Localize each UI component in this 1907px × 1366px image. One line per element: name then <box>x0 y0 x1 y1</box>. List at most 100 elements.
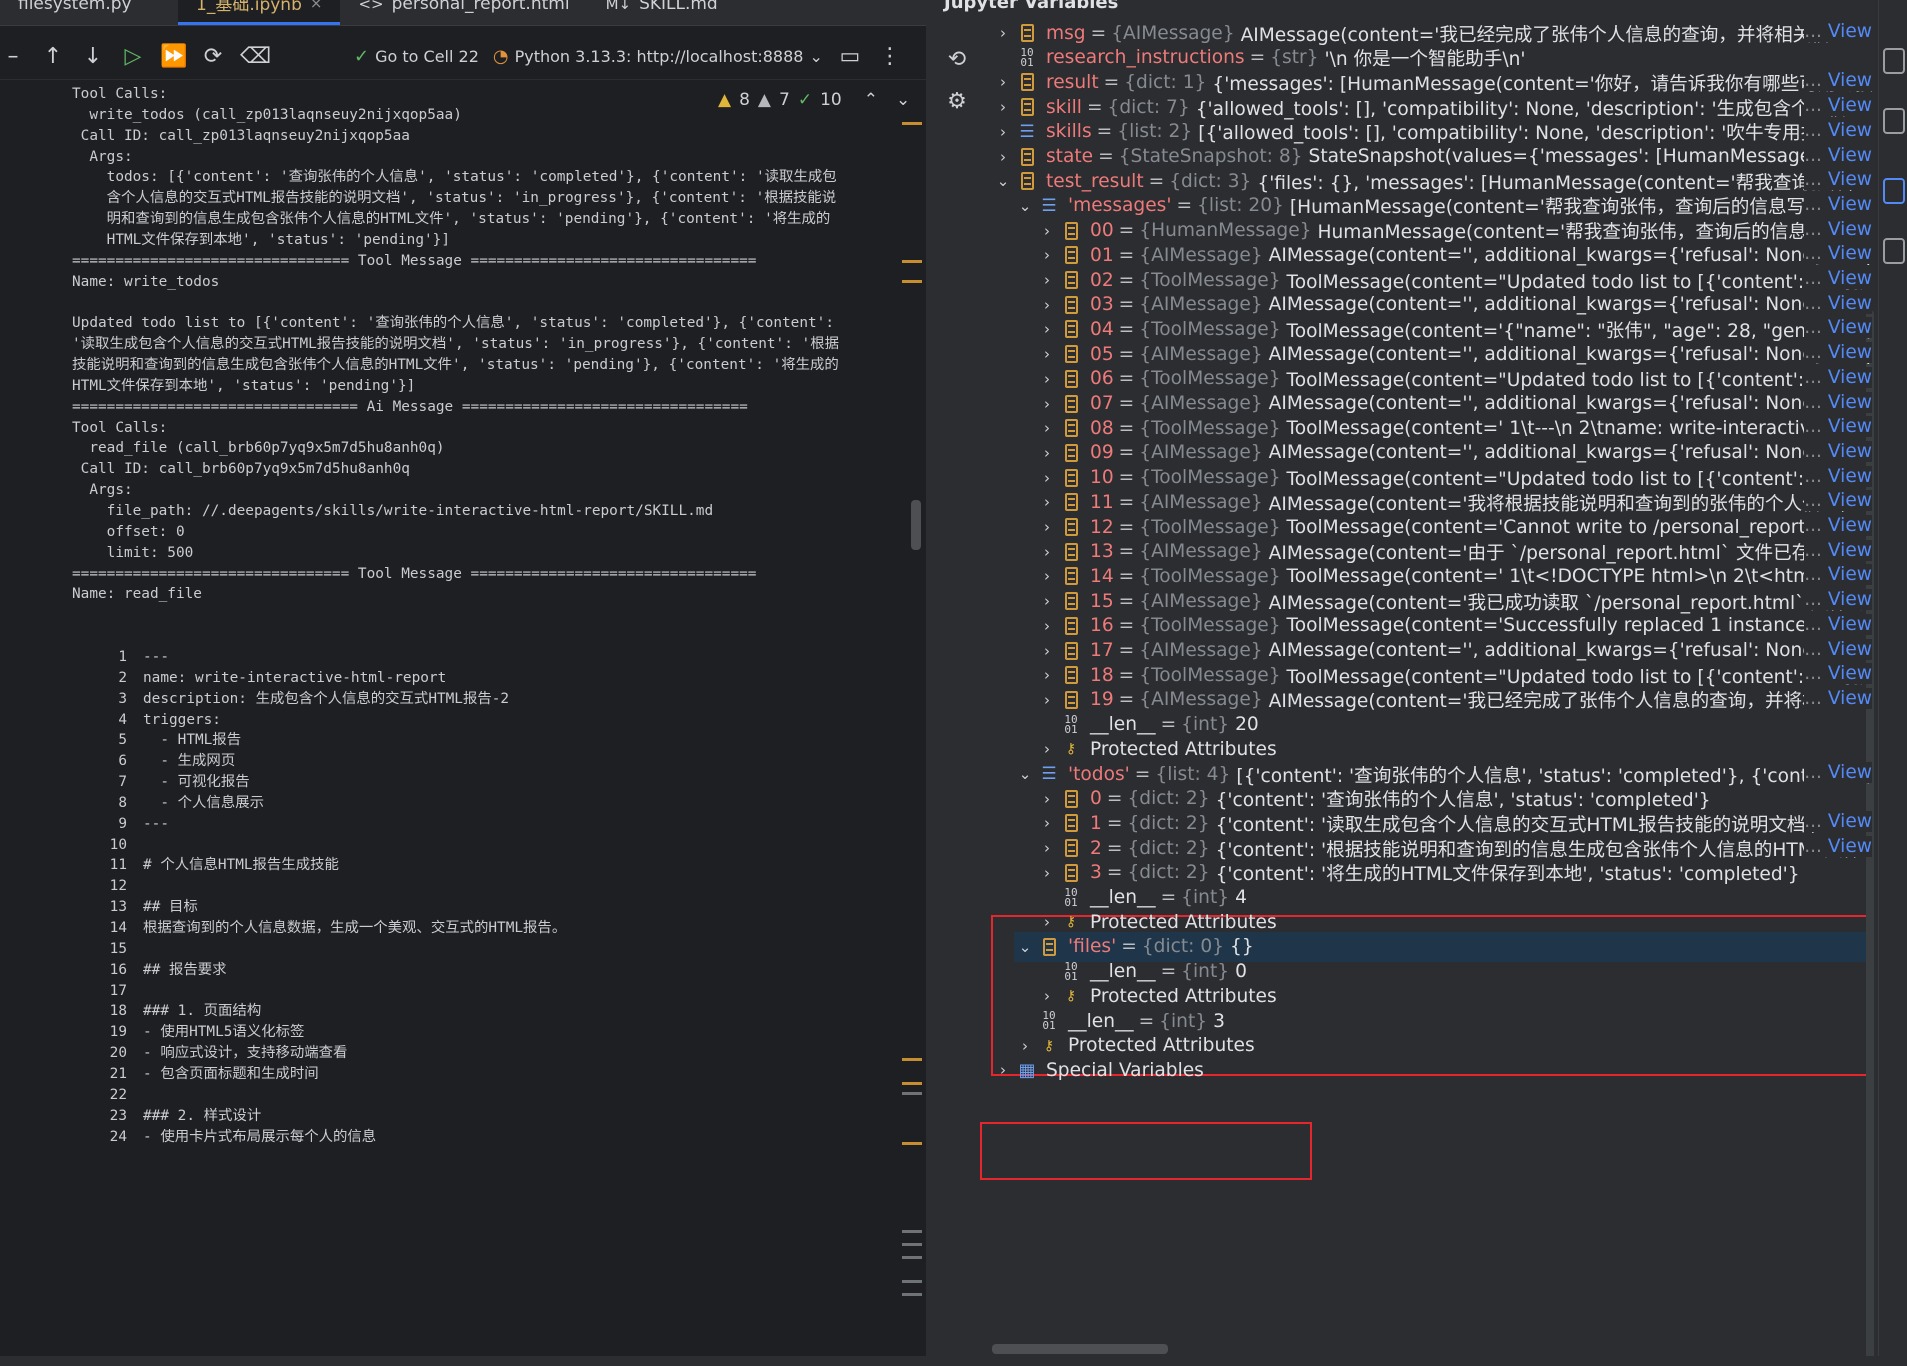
chevron-right-icon[interactable]: › <box>1036 740 1058 758</box>
chevron-right-icon[interactable]: › <box>1036 395 1058 413</box>
chevron-right-icon[interactable]: › <box>992 123 1014 141</box>
chevron-right-icon[interactable]: › <box>1036 592 1058 610</box>
variable-type: {ToolMessage} <box>1139 615 1281 637</box>
editor-tab[interactable]: <> personal_report.html <box>340 0 587 25</box>
view-link[interactable]: ... View <box>1804 811 1872 833</box>
restart-kernel-icon[interactable]: ⟳ <box>200 44 226 69</box>
editor-tab[interactable]: M↓ SKILL.md <box>588 0 736 25</box>
view-link[interactable]: ... View <box>1804 515 1872 536</box>
chevron-right-icon[interactable]: › <box>1036 543 1058 561</box>
chevron-down-icon[interactable]: ⌄ <box>1014 197 1036 215</box>
view-link[interactable]: ... View <box>1804 391 1872 413</box>
view-link[interactable]: ... View <box>1804 317 1872 339</box>
chevron-right-icon[interactable]: › <box>1036 567 1058 585</box>
chevron-right-icon[interactable]: › <box>1036 814 1058 832</box>
chevron-right-icon[interactable]: › <box>992 24 1014 42</box>
variable-value: ToolMessage(content='Cannot write to /pe… <box>1286 516 1854 538</box>
run-cell-icon[interactable]: ▷ <box>120 44 146 69</box>
view-link[interactable]: ... View <box>1804 95 1872 117</box>
view-link[interactable]: ... View <box>1804 465 1872 487</box>
view-link[interactable]: ... View <box>1804 762 1872 783</box>
variable-value: ToolMessage(content='{"name": "张伟", "age… <box>1286 320 1872 342</box>
view-link[interactable]: ... View <box>1804 268 1872 289</box>
view-link[interactable]: ... View <box>1804 292 1872 314</box>
view-link[interactable]: ... View <box>1804 564 1872 586</box>
dict-glyph <box>1064 271 1078 289</box>
view-link[interactable]: ... View <box>1804 440 1872 462</box>
variable-type: {ToolMessage} <box>1139 417 1281 439</box>
more-options-icon[interactable]: ⋮ <box>877 44 903 69</box>
view-link[interactable]: ... View <box>1804 416 1872 438</box>
chevron-right-icon[interactable]: › <box>1036 864 1058 882</box>
view-link[interactable]: ... View <box>1804 243 1872 265</box>
chevron-right-icon[interactable]: › <box>1036 320 1058 338</box>
view-link[interactable]: ... View <box>1804 169 1872 191</box>
chevron-right-icon[interactable]: › <box>1036 642 1058 660</box>
run-all-icon[interactable]: ⏩ <box>160 44 187 69</box>
chevron-down-icon[interactable]: ⌄ <box>1014 765 1036 783</box>
tool-window-icon[interactable] <box>1883 108 1905 134</box>
chevron-right-icon[interactable]: › <box>1036 666 1058 684</box>
close-icon[interactable]: × <box>310 0 323 12</box>
chevron-right-icon[interactable]: › <box>1036 296 1058 314</box>
view-link[interactable]: ... View <box>1804 366 1872 388</box>
view-link[interactable]: ... View <box>1804 687 1872 709</box>
view-link[interactable]: ... View <box>1804 663 1872 685</box>
chevron-right-icon[interactable]: › <box>1036 419 1058 437</box>
chevron-right-icon[interactable]: › <box>1036 222 1058 240</box>
variables-tool-icon[interactable] <box>1883 178 1905 204</box>
settings-icon[interactable]: ⚙ <box>932 80 982 122</box>
view-link[interactable]: ... View <box>1804 638 1872 660</box>
chevron-right-icon[interactable]: › <box>992 73 1014 91</box>
editor-tab[interactable]: 1_基础.ipynb × <box>178 0 341 25</box>
chevron-right-icon[interactable]: › <box>992 98 1014 116</box>
chevron-right-icon[interactable]: › <box>1036 469 1058 487</box>
view-link[interactable]: ... View <box>1804 490 1872 512</box>
view-link[interactable]: ... View <box>1804 342 1872 364</box>
view-link[interactable]: ... View <box>1804 539 1872 561</box>
chevron-right-icon[interactable]: › <box>1036 370 1058 388</box>
chevron-right-icon[interactable]: › <box>1036 444 1058 462</box>
chevron-right-icon[interactable]: › <box>1036 518 1058 536</box>
chevron-right-icon[interactable]: › <box>1036 617 1058 635</box>
clear-outputs-icon[interactable]: ⌫ <box>240 44 271 69</box>
editor-tab[interactable]: filesystem.py <box>0 0 178 25</box>
horizontal-scrollbar-thumb[interactable] <box>992 1344 1168 1354</box>
chevron-down-icon[interactable]: ⌄ <box>992 172 1014 190</box>
view-link[interactable]: ... View <box>1804 218 1872 240</box>
view-link[interactable]: ... View <box>1804 613 1872 635</box>
tool-window-icon[interactable] <box>1883 238 1905 264</box>
chevron-down-icon[interactable]: ⌄ <box>1014 938 1036 956</box>
view-link[interactable]: ... View <box>1804 193 1872 215</box>
view-link[interactable]: ... View <box>1804 836 1872 858</box>
chevron-right-icon[interactable]: › <box>1036 987 1058 1005</box>
view-link[interactable]: ... View <box>1804 21 1872 42</box>
minus-icon[interactable]: – <box>0 44 26 69</box>
terminal-icon[interactable]: ▭ <box>837 44 863 69</box>
tab-label: 1_基础.ipynb <box>196 0 302 15</box>
chevron-right-icon[interactable]: › <box>1014 1037 1036 1055</box>
view-link[interactable]: ... View <box>1804 119 1872 141</box>
tool-window-icon[interactable] <box>1883 48 1905 74</box>
chevron-right-icon[interactable]: › <box>1036 790 1058 808</box>
view-link[interactable]: ... View <box>1804 70 1872 92</box>
vertical-scrollbar-thumb[interactable] <box>911 500 921 550</box>
chevron-right-icon[interactable]: › <box>992 148 1014 166</box>
chevron-right-icon[interactable]: › <box>992 1061 1014 1079</box>
chevron-right-icon[interactable]: › <box>1036 839 1058 857</box>
refresh-icon[interactable]: ⟲ <box>932 38 982 80</box>
dict-glyph <box>1064 493 1078 512</box>
chevron-right-icon[interactable]: › <box>1036 246 1058 264</box>
file-line: ## 报告要求 <box>143 961 227 978</box>
kernel-selector[interactable]: ◔ Python 3.13.3: http://localhost:8888 ⌄ <box>493 46 823 67</box>
view-link[interactable]: ... View <box>1804 144 1872 166</box>
chevron-right-icon[interactable]: › <box>1036 493 1058 511</box>
chevron-right-icon[interactable]: › <box>1036 345 1058 363</box>
go-to-cell-button[interactable]: ✓ Go to Cell 22 <box>354 46 479 67</box>
move-down-icon[interactable]: ↓ <box>80 44 106 69</box>
chevron-right-icon[interactable]: › <box>1036 271 1058 289</box>
chevron-right-icon[interactable]: › <box>1036 913 1058 931</box>
move-up-icon[interactable]: ↑ <box>40 44 66 69</box>
chevron-right-icon[interactable]: › <box>1036 691 1058 709</box>
view-link[interactable]: ... View <box>1804 589 1872 611</box>
